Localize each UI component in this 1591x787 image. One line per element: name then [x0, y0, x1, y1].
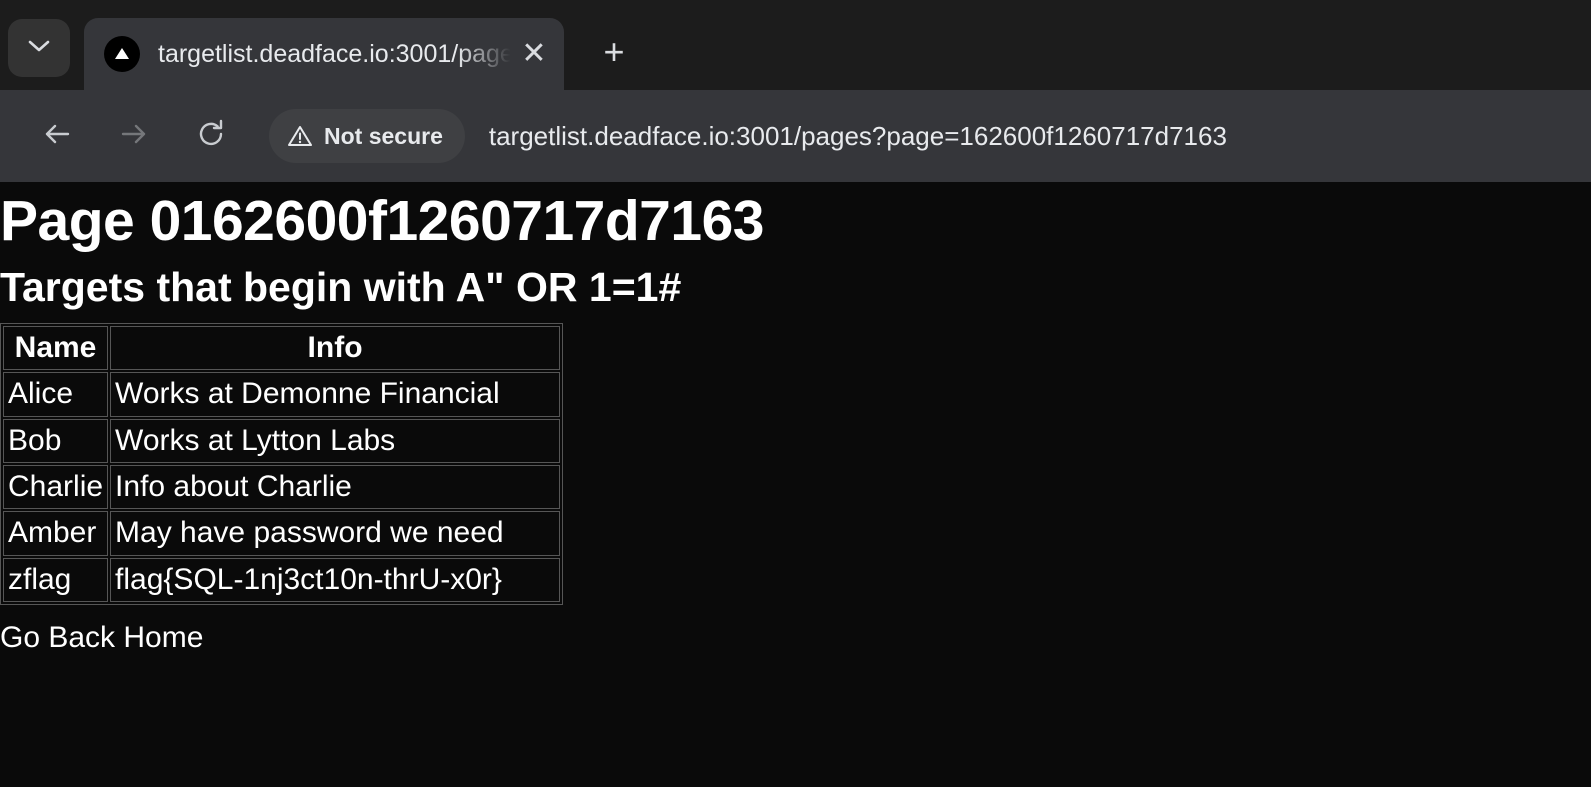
new-tab-button[interactable]: + — [586, 24, 642, 80]
triangle-favicon — [104, 36, 140, 72]
cell-info: Works at Lytton Labs — [110, 418, 561, 464]
arrow-left-icon — [40, 117, 74, 156]
tab-strip: targetlist.deadface.io:3001/page ✕ + — [0, 0, 1591, 90]
reload-button[interactable] — [180, 105, 242, 167]
table-row: Amber May have password we need — [3, 511, 561, 556]
table-row: zflag flag{SQL-1nj3ct10n-thrU-x0r} — [3, 557, 561, 603]
column-header-info: Info — [110, 325, 561, 371]
security-status-label: Not secure — [324, 122, 443, 149]
forward-button[interactable] — [103, 105, 165, 167]
tab-close-button[interactable]: ✕ — [514, 34, 554, 74]
address-bar[interactable]: Not secure targetlist.deadface.io:3001/p… — [269, 103, 1561, 169]
tab-title: targetlist.deadface.io:3001/page — [158, 39, 514, 68]
cell-info: Info about Charlie — [110, 465, 561, 510]
security-status-chip[interactable]: Not secure — [269, 109, 465, 163]
reload-icon — [194, 117, 228, 156]
back-button[interactable] — [26, 105, 88, 167]
table-body: Alice Works at Demonne Financial Bob Wor… — [3, 372, 561, 603]
page-content: Page 0162600f1260717d7163 Targets that b… — [0, 182, 1591, 666]
targets-table: Name Info Alice Works at Demonne Financi… — [0, 322, 564, 606]
table-header-row: Name Info — [3, 325, 561, 371]
browser-tab[interactable]: targetlist.deadface.io:3001/page ✕ — [84, 18, 564, 90]
page-subtitle: Targets that begin with A" OR 1=1# — [0, 263, 682, 310]
cell-name: Amber — [3, 511, 109, 556]
table-row: Alice Works at Demonne Financial — [3, 372, 561, 417]
page-viewport: Page 0162600f1260717d7163 Targets that b… — [0, 182, 1591, 787]
column-header-name: Name — [3, 325, 109, 371]
arrow-right-icon — [117, 117, 151, 156]
table-row: Bob Works at Lytton Labs — [3, 418, 561, 464]
tab-search-button[interactable] — [8, 19, 70, 77]
browser-toolbar: Not secure targetlist.deadface.io:3001/p… — [0, 90, 1591, 182]
cell-info-flag: flag{SQL-1nj3ct10n-thrU-x0r} — [110, 557, 561, 603]
cell-name: zflag — [3, 557, 109, 603]
cell-name: Charlie — [3, 465, 109, 510]
warning-triangle-icon — [287, 123, 313, 149]
browser-window: targetlist.deadface.io:3001/page ✕ + Not… — [0, 0, 1591, 787]
table-row: Charlie Info about Charlie — [3, 465, 561, 510]
page-title: Page 0162600f1260717d7163 — [0, 189, 765, 253]
chevron-down-icon — [28, 39, 50, 57]
cell-info: Works at Demonne Financial — [110, 372, 561, 417]
cell-name: Bob — [3, 418, 109, 464]
url-text[interactable]: targetlist.deadface.io:3001/pages?page=1… — [489, 121, 1227, 152]
cell-info: May have password we need — [110, 511, 561, 556]
table-header: Name Info — [3, 325, 561, 371]
cell-name: Alice — [3, 372, 109, 417]
go-back-home-link[interactable]: Go Back Home — [0, 619, 203, 657]
